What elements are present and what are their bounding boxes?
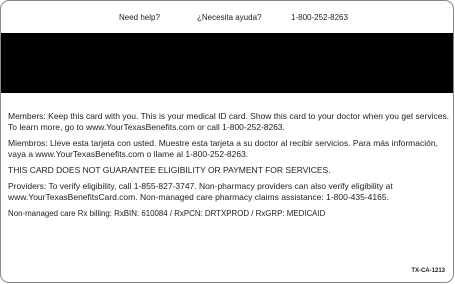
medical-id-card-back: Need help? ¿Necesita ayuda? 1-800-252-82… bbox=[0, 0, 454, 283]
miembros-paragraph: Miembros: Lleve esta tarjeta con usted. … bbox=[8, 138, 438, 159]
rx-billing-line: Non-managed care Rx billing: RxBIN: 6100… bbox=[8, 209, 326, 218]
disclaimer-paragraph: THIS CARD DOES NOT GUARANTEE ELIGIBILITY… bbox=[8, 165, 331, 175]
help-english-label: Need help? bbox=[119, 13, 160, 22]
magnetic-stripe bbox=[1, 33, 453, 93]
card-text-body: Members: Keep this card with you. This i… bbox=[8, 111, 450, 219]
card-form-code: TX-CA-1213 bbox=[411, 268, 445, 274]
providers-paragraph: Providers: To verify eligibility, call 1… bbox=[8, 181, 393, 202]
help-line: Need help? ¿Necesita ayuda? 1-800-252-82… bbox=[1, 12, 453, 24]
help-spanish-label: ¿Necesita ayuda? bbox=[197, 13, 262, 22]
members-paragraph: Members: Keep this card with you. This i… bbox=[8, 111, 450, 132]
help-phone-number: 1-800-252-8263 bbox=[291, 13, 348, 22]
